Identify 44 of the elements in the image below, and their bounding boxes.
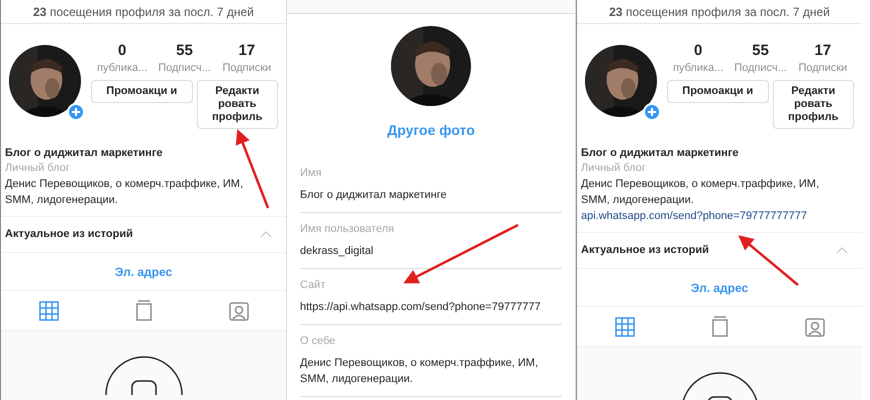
stat-label: Подписки xyxy=(798,61,848,76)
field-label: Сайт xyxy=(300,278,326,293)
profile-category: Личный блог xyxy=(581,161,647,176)
text-field[interactable]: dekrass_digital xyxy=(300,237,562,269)
text-field[interactable]: Блог о диджитал маркетинге xyxy=(300,181,562,213)
stat-label: Подписки xyxy=(222,61,272,76)
stat-label: Подписч... xyxy=(734,61,787,76)
stat-count: 55 xyxy=(752,42,769,60)
annotation-arrow xyxy=(738,235,799,286)
highlights-heading: Актуальное из историй xyxy=(5,227,133,242)
stat-label: Подписч... xyxy=(158,61,211,76)
profile-bio: Денис Перевощиков, о комерч.траффике, ИМ, SMM, лидогенерации. xyxy=(5,177,244,208)
grid-icon[interactable] xyxy=(38,300,60,322)
profile-link[interactable]: api.whatsapp.com/send?phone=79777777777 xyxy=(581,208,858,224)
profile-action-button[interactable]: Промоакци и xyxy=(667,80,768,103)
chevron-up-icon[interactable] xyxy=(260,231,272,238)
stat-count: 17 xyxy=(814,42,832,60)
highlights-heading: Актуальное из историй xyxy=(581,243,709,258)
profile-visits-text: 23 посещения профиля за посл. 7 дней xyxy=(33,4,254,20)
field-label: О себе xyxy=(300,334,336,349)
stat-label: публика... xyxy=(97,61,148,76)
profile-name: Блог о диджитал маркетинге xyxy=(5,146,164,161)
profile-bio: Денис Перевощиков, о комерч.траффике, ИМ, SMM, лидогенерации. xyxy=(581,177,820,208)
text-field[interactable]: Денис Перевощиков, о комерч.траффике, ИМ, SMM, лидогенерации. xyxy=(300,349,562,397)
person-tag-icon[interactable] xyxy=(804,316,826,338)
person-tag-icon[interactable] xyxy=(228,300,250,322)
stat-count: 0 xyxy=(694,42,702,60)
profile-action-button[interactable]: Редакти ровать профиль xyxy=(772,80,854,129)
stat-count: 0 xyxy=(118,42,126,60)
field-label: Имя пользователя xyxy=(300,222,396,237)
profile-visits-text: 23 посещения профиля за посл. 7 дней xyxy=(609,4,830,20)
stat-count: 55 xyxy=(176,42,193,60)
field-label: Имя xyxy=(300,166,322,181)
add-plus-icon[interactable] xyxy=(67,103,85,121)
text-field[interactable]: https://api.whatsapp.com/send?phone=79777777 xyxy=(300,293,562,325)
profile-name: Блог о диджитал маркетинге xyxy=(581,146,740,161)
profile-action-button[interactable]: Редакти ровать профиль xyxy=(196,80,278,129)
profile-action-button[interactable]: Промоакци и xyxy=(91,80,192,103)
stat-count: 17 xyxy=(238,42,256,60)
grid-icon[interactable] xyxy=(614,316,636,338)
add-plus-icon[interactable] xyxy=(643,103,661,121)
profile-category: Личный блог xyxy=(5,161,71,176)
chevron-up-icon[interactable] xyxy=(836,247,848,254)
stat-label: публика... xyxy=(673,61,724,76)
